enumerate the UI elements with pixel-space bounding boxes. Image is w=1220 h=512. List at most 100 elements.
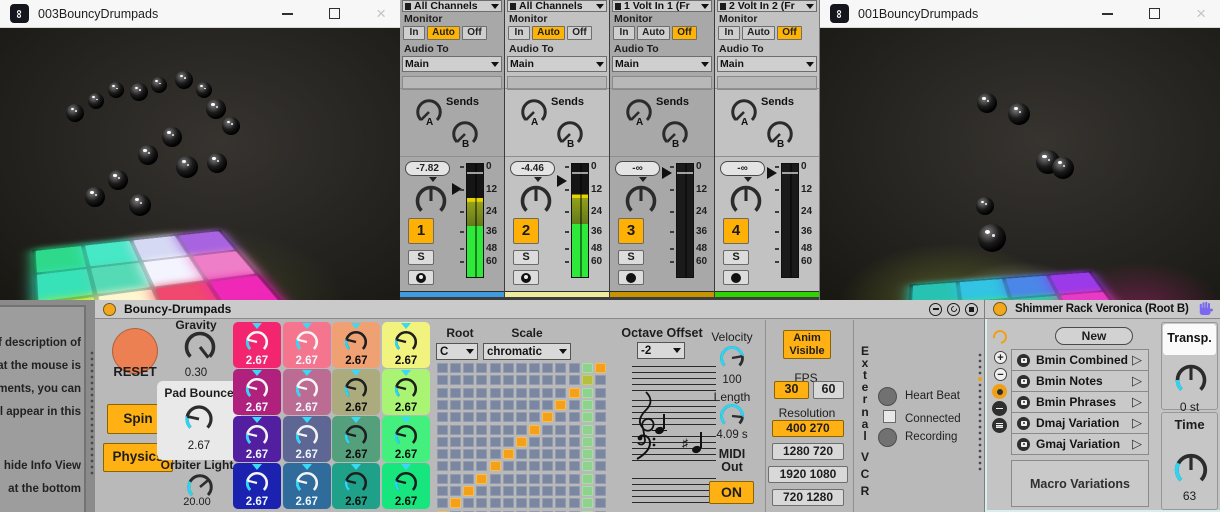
seq-cell[interactable] [529, 449, 540, 459]
arm-button[interactable] [408, 270, 434, 285]
seq-cell[interactable] [529, 498, 540, 508]
seq-cell[interactable] [555, 486, 566, 496]
seq-cell[interactable] [463, 486, 474, 496]
pad-bounce-knob[interactable] [183, 403, 215, 435]
pad-knob[interactable] [393, 376, 419, 402]
seq-cell[interactable] [476, 449, 487, 459]
seq-cell[interactable] [595, 498, 606, 508]
seq-cell[interactable] [555, 388, 566, 398]
seq-cell[interactable] [555, 363, 566, 373]
pad-knob[interactable] [294, 470, 320, 496]
pad-knob-cell[interactable]: 2.67 [332, 463, 380, 509]
seq-cell[interactable] [437, 363, 448, 373]
volume-knob[interactable] [728, 183, 764, 219]
monitor-auto-button[interactable]: Auto [532, 26, 565, 40]
seq-cell[interactable] [582, 498, 593, 508]
play-icon[interactable]: ▷ [1132, 373, 1142, 389]
solo-button[interactable]: S [408, 250, 434, 265]
seq-cell[interactable] [516, 461, 527, 471]
seq-cell[interactable] [595, 375, 606, 385]
seq-cell[interactable] [476, 474, 487, 484]
seq-cell[interactable] [463, 461, 474, 471]
seq-cell[interactable] [476, 425, 487, 435]
pad-knob[interactable] [393, 423, 419, 449]
seq-cell[interactable] [516, 412, 527, 422]
seq-cell[interactable] [569, 363, 580, 373]
time-knob[interactable] [1172, 451, 1210, 489]
seq-cell[interactable] [569, 425, 580, 435]
seq-cell[interactable] [476, 388, 487, 398]
seq-cell[interactable] [476, 486, 487, 496]
seq-cell[interactable] [437, 437, 448, 447]
seq-cell[interactable] [437, 486, 448, 496]
seq-cell[interactable] [516, 388, 527, 398]
seq-cell[interactable] [490, 449, 501, 459]
seq-cell[interactable] [437, 474, 448, 484]
device-activator-led[interactable] [993, 302, 1007, 316]
volume-db-value[interactable]: -7.82 [405, 161, 450, 176]
seq-cell[interactable] [450, 437, 461, 447]
pad-knob-cell[interactable]: 2.67 [283, 369, 331, 415]
pad-knob-cell[interactable]: 2.67 [382, 463, 430, 509]
length-knob[interactable] [718, 402, 746, 430]
root-select[interactable]: C [436, 343, 478, 360]
seq-cell[interactable] [437, 461, 448, 471]
minimize-icon[interactable] [282, 13, 293, 15]
pad-knob-cell[interactable]: 2.67 [382, 369, 430, 415]
seq-cell[interactable] [542, 461, 553, 471]
seq-cell[interactable] [476, 363, 487, 373]
monitor-off-button[interactable]: Off [567, 26, 592, 40]
seq-cell[interactable] [555, 498, 566, 508]
seq-cell[interactable] [555, 449, 566, 459]
seq-cell[interactable] [437, 425, 448, 435]
list-icon[interactable] [992, 418, 1007, 433]
seq-cell[interactable] [490, 400, 501, 410]
monitor-auto-button[interactable]: Auto [427, 26, 460, 40]
seq-cell[interactable] [450, 498, 461, 508]
seq-cell[interactable] [503, 400, 514, 410]
seq-cell[interactable] [582, 400, 593, 410]
fps-30-button[interactable]: 30 [774, 381, 809, 399]
seq-cell[interactable] [529, 363, 540, 373]
seq-cell[interactable] [542, 474, 553, 484]
pad-knob[interactable] [294, 329, 320, 355]
volume-knob[interactable] [518, 183, 554, 219]
seq-cell[interactable] [569, 388, 580, 398]
seq-cell[interactable] [595, 474, 606, 484]
snapshot-icon[interactable] [992, 384, 1007, 399]
seq-cell[interactable] [516, 400, 527, 410]
arm-button[interactable] [513, 270, 539, 285]
seq-cell[interactable] [595, 363, 606, 373]
seq-cell[interactable] [516, 449, 527, 459]
seq-cell[interactable] [490, 425, 501, 435]
seq-cell[interactable] [476, 461, 487, 471]
monitor-in-button[interactable]: In [613, 26, 635, 40]
seq-cell[interactable] [450, 474, 461, 484]
variation-row[interactable]: Bmin Phrases▷ [1011, 391, 1149, 413]
resolution-button[interactable]: 1920 1080 [768, 466, 848, 483]
volume-knob[interactable] [623, 183, 659, 219]
seq-cell[interactable] [437, 498, 448, 508]
track-activator-button[interactable]: 1 [408, 218, 434, 244]
track-activator-button[interactable]: 3 [618, 218, 644, 244]
monitor-off-button[interactable]: Off [672, 26, 697, 40]
seq-cell[interactable] [582, 412, 593, 422]
variation-row[interactable]: Bmin Combined▷ [1011, 349, 1149, 371]
seq-cell[interactable] [569, 437, 580, 447]
seq-cell[interactable] [490, 412, 501, 422]
monitor-auto-button[interactable]: Auto [637, 26, 670, 40]
variation-row[interactable]: Dmaj Variation▷ [1011, 412, 1149, 434]
octave-offset-select[interactable]: -2 [637, 342, 685, 359]
seq-cell[interactable] [595, 388, 606, 398]
seq-cell[interactable] [450, 363, 461, 373]
seq-cell[interactable] [529, 486, 540, 496]
solo-button[interactable]: S [618, 250, 644, 265]
monitor-in-button[interactable]: In [718, 26, 740, 40]
seq-cell[interactable] [569, 449, 580, 459]
output-select[interactable]: Main [612, 56, 712, 72]
seq-cell[interactable] [582, 449, 593, 459]
seq-cell[interactable] [582, 388, 593, 398]
volume-db-value[interactable]: -∞ [720, 161, 765, 176]
seq-cell[interactable] [516, 486, 527, 496]
seq-cell[interactable] [569, 486, 580, 496]
